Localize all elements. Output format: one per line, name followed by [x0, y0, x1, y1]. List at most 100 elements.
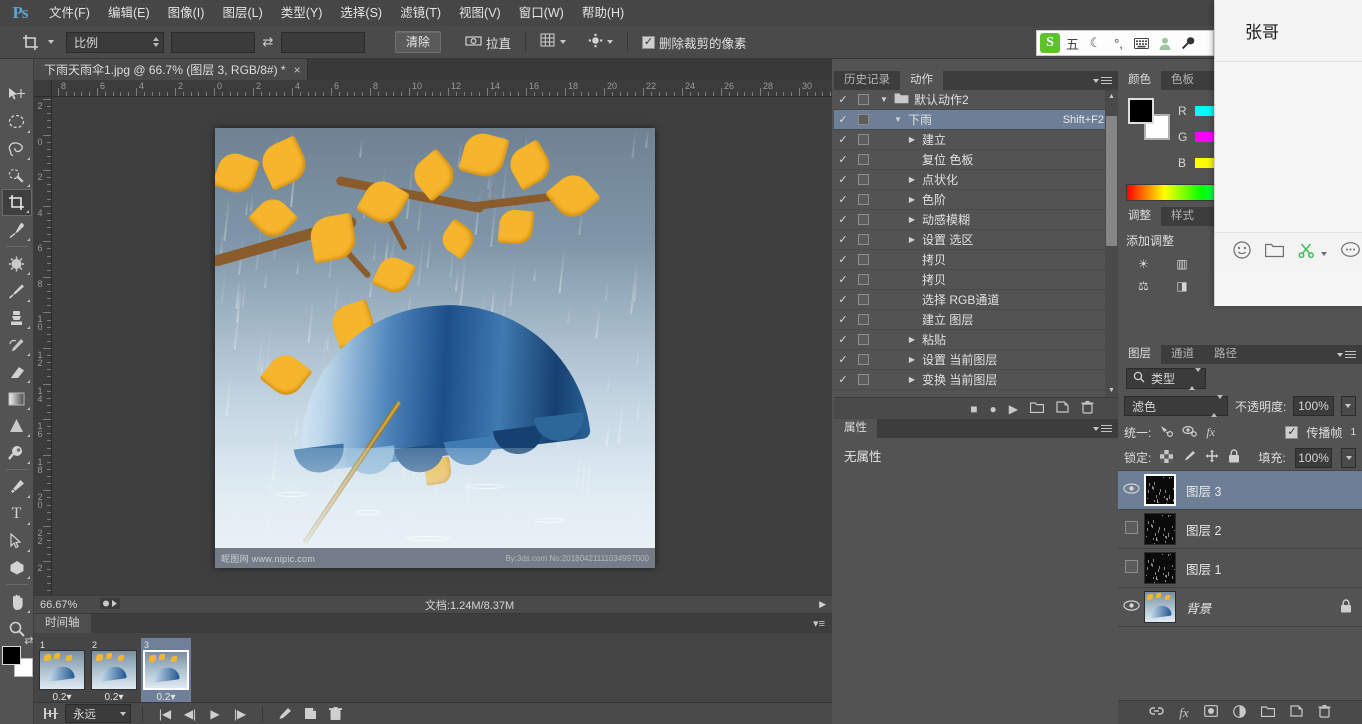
move-tool[interactable] [2, 81, 32, 108]
visibility-toggle-off[interactable] [1118, 560, 1144, 576]
ime-user-icon[interactable] [1154, 33, 1175, 53]
foreground-color-swatch[interactable] [1128, 98, 1154, 124]
crop-ratio-select[interactable]: 比例 [66, 31, 164, 53]
document-tab[interactable]: 下雨天雨伞1.jpg @ 66.7% (图层 3, RGB/8#) * × [34, 59, 308, 80]
action-dialog-toggle[interactable] [852, 134, 874, 145]
layer-row[interactable]: 图层 2 [1118, 510, 1362, 549]
panel-menu-icon[interactable] [1093, 75, 1112, 86]
tab-swatches[interactable]: 色板 [1161, 71, 1204, 90]
action-row[interactable]: ✓ ▶ 建立 [834, 130, 1118, 150]
tab-actions[interactable]: 动作 [900, 71, 943, 90]
action-dialog-toggle[interactable] [852, 314, 874, 325]
select-next-frame-button[interactable]: |▶ [229, 704, 251, 724]
tween-frames-icon[interactable] [40, 704, 62, 724]
blend-mode-select[interactable]: 滤色 [1124, 395, 1228, 417]
select-first-frame-button[interactable]: |◀ [154, 704, 176, 724]
swap-arrows-icon[interactable]: ⇄ [255, 31, 281, 53]
menu-select[interactable]: 选择(S) [331, 0, 391, 26]
document-image[interactable]: 昵图网 www.nipic.com By:3ds.com No:20180421… [215, 128, 655, 568]
action-dialog-toggle[interactable] [852, 174, 874, 185]
chevron-right-icon[interactable]: ▶ [902, 375, 922, 384]
panel-menu-icon[interactable]: ▾≡ [813, 617, 825, 630]
quick-selection-tool[interactable] [2, 162, 32, 189]
menu-image[interactable]: 图像(I) [159, 0, 214, 26]
animation-frame[interactable]: 3 0.2▾ [141, 638, 191, 705]
action-enabled-checkmark[interactable]: ✓ [834, 273, 852, 286]
fill-value[interactable]: 100% [1294, 447, 1333, 468]
crop-tool-icon[interactable] [16, 30, 44, 54]
chevron-right-icon[interactable]: ▶ [902, 215, 922, 224]
history-brush-tool[interactable] [2, 331, 32, 358]
action-row[interactable]: ✓ 拷贝 [834, 250, 1118, 270]
duplicate-frame-button[interactable] [299, 704, 321, 724]
elliptical-marquee-tool[interactable] [2, 108, 32, 135]
polygon-tool[interactable] [2, 554, 32, 581]
canvas-area[interactable]: 昵图网 www.nipic.com By:3ds.com No:20180421… [52, 97, 832, 595]
chevron-down-icon[interactable]: ▼ [888, 115, 908, 124]
action-dialog-toggle[interactable] [852, 94, 874, 105]
path-selection-tool[interactable] [2, 527, 32, 554]
action-row[interactable]: ✓ ▼ 默认动作2 [834, 90, 1118, 110]
new-set-icon[interactable] [1029, 401, 1045, 416]
action-enabled-checkmark[interactable]: ✓ [834, 153, 852, 166]
lock-transparency-icon[interactable] [1160, 449, 1174, 466]
layer-name[interactable]: 图层 1 [1176, 559, 1362, 578]
ime-tools-icon[interactable] [1177, 33, 1198, 53]
action-row[interactable]: ✓ 拷贝 [834, 270, 1118, 290]
layer-filter-type-select[interactable]: 类型 [1126, 367, 1206, 390]
delete-layer-icon[interactable] [1318, 704, 1331, 721]
action-dialog-toggle[interactable] [852, 274, 874, 285]
action-row[interactable]: ✓ 建立 图层 [834, 310, 1118, 330]
action-enabled-checkmark[interactable]: ✓ [834, 193, 852, 206]
action-row[interactable]: ✓ ▶ 动感模糊 [834, 210, 1118, 230]
action-enabled-checkmark[interactable]: ✓ [834, 133, 852, 146]
chevron-right-icon[interactable]: ▶ [902, 135, 922, 144]
zoom-level-field[interactable]: 66.67% [40, 599, 92, 611]
horizontal-ruler[interactable]: 8 6 4 2 0 2 4 6 8 10 12 14 16 18 20 22 24 26 28 30 [52, 80, 832, 97]
action-dialog-toggle[interactable] [852, 114, 874, 125]
brightness-contrast-icon[interactable]: ☀ [1126, 255, 1161, 272]
crop-tool[interactable] [1, 189, 32, 216]
actions-list[interactable]: ✓ ▼ 默认动作2 ✓ ▼ 下雨 Shift+F2 ✓ ▶ 建立 ✓ 复位 色板 ✓ ▶ 点状化 ✓ ▶ 色阶 ✓ ▶… [834, 90, 1118, 397]
eye-icon[interactable] [1118, 483, 1144, 497]
action-dialog-toggle[interactable] [852, 214, 874, 225]
crop-tool-dropdown-arrow[interactable] [48, 40, 54, 44]
tab-styles[interactable]: 样式 [1161, 207, 1204, 226]
horizontal-type-tool[interactable]: T [2, 500, 32, 527]
action-dialog-toggle[interactable] [852, 254, 874, 265]
chevron-right-icon[interactable]: ▶ [902, 355, 922, 364]
layers-list[interactable]: 图层 3 图层 2 图层 1 背景 [1118, 471, 1362, 627]
delete-cropped-pixels-checkbox[interactable]: ✓ [642, 35, 656, 49]
frame-thumbnail[interactable] [143, 650, 189, 690]
action-enabled-checkmark[interactable]: ✓ [834, 333, 852, 346]
tab-adjustments[interactable]: 调整 [1118, 207, 1161, 226]
select-previous-frame-button[interactable]: ◀| [179, 704, 201, 724]
message-icon[interactable] [1341, 242, 1361, 263]
opacity-dropdown-arrow[interactable] [1340, 396, 1356, 416]
tab-history[interactable]: 历史记录 [834, 71, 900, 90]
ime-punctuation-icon[interactable]: °, [1108, 33, 1129, 53]
action-dialog-toggle[interactable] [852, 294, 874, 305]
chat-input-field[interactable] [1215, 272, 1362, 306]
lock-position-icon[interactable] [1205, 449, 1219, 466]
gradient-tool[interactable] [2, 385, 32, 412]
play-animation-button[interactable]: ▶ [204, 704, 226, 724]
tab-layers[interactable]: 图层 [1118, 345, 1161, 364]
animation-frame[interactable]: 1 0.2▾ [37, 638, 87, 705]
blur-tool[interactable] [2, 412, 32, 439]
crop-settings-dropdown-arrow[interactable] [607, 40, 614, 44]
layer-row[interactable]: 图层 1 [1118, 549, 1362, 588]
delete-cropped-pixels-toggle[interactable]: ✓ 删除裁剪的像素 [636, 30, 753, 54]
action-row[interactable]: ✓ ▶ 粘贴 [834, 330, 1118, 350]
action-enabled-checkmark[interactable]: ✓ [834, 373, 852, 386]
eraser-tool[interactable] [2, 358, 32, 385]
emoji-icon[interactable] [1233, 241, 1251, 264]
action-row[interactable]: ✓ 选择 RGB通道 [834, 290, 1118, 310]
tab-timeline[interactable]: 时间轴 [34, 614, 91, 633]
action-enabled-checkmark[interactable]: ✓ [834, 113, 852, 126]
foreground-color-swatch[interactable] [1, 646, 21, 665]
action-row[interactable]: ✓ ▶ 变换 当前图层 [834, 370, 1118, 390]
tab-properties[interactable]: 属性 [834, 419, 877, 438]
adjustment-layer-icon[interactable] [1232, 704, 1246, 721]
action-dialog-toggle[interactable] [852, 374, 874, 385]
